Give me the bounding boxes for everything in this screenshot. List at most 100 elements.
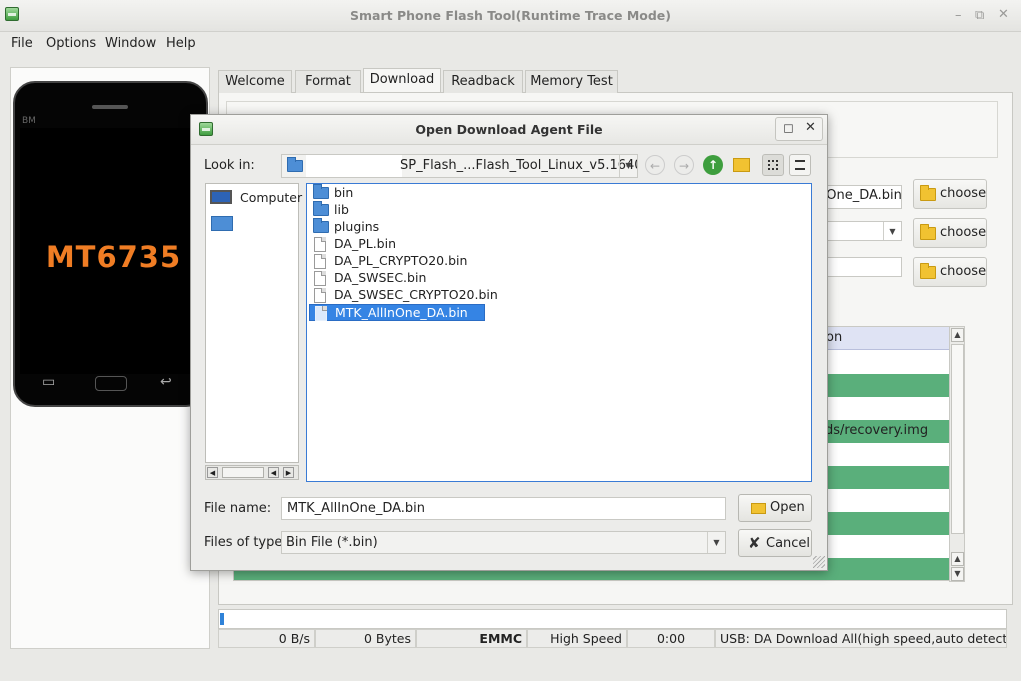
status-speed: 0 B/s (218, 629, 315, 648)
new-folder-icon[interactable] (733, 158, 750, 172)
dialog-close-icon[interactable]: ✕ (805, 120, 816, 135)
scroll-down-icon[interactable]: ▼ (951, 567, 964, 581)
chip-label: MT6735 (45, 240, 182, 274)
scroll-thumb[interactable] (222, 467, 264, 478)
dialog-title: Open Download Agent File (415, 122, 603, 137)
restore-icon[interactable]: ⧉ (975, 8, 984, 23)
choose-scatter-button[interactable]: choose (913, 218, 987, 248)
progress-bar (218, 609, 1007, 629)
file-item[interactable]: DA_PL_CRYPTO20.bin (309, 253, 467, 270)
recovery-location: ads/recovery.img (817, 423, 929, 438)
look-in-label: Look in: (204, 158, 255, 173)
file-name: DA_PL.bin (334, 236, 397, 251)
phone-brand: BM (22, 116, 36, 126)
computer-icon (210, 190, 232, 204)
folder-icon (287, 157, 303, 172)
file-name-label: File name: (204, 501, 272, 516)
folder-icon (211, 216, 233, 231)
phone-earpiece (92, 105, 128, 109)
file-item[interactable]: DA_PL.bin (309, 236, 396, 253)
file-name: MTK_AllInOne_DA.bin (335, 305, 468, 320)
location-header: on (826, 330, 843, 345)
file-type-combo[interactable]: Bin File (*.bin) ▼ (281, 531, 726, 554)
file-icon (315, 306, 327, 321)
scroll-left-icon[interactable]: ◀ (207, 467, 218, 478)
folder-icon (920, 224, 936, 240)
file-list[interactable]: bin lib plugins DA_PL.bin DA_PL_CRYPTO20.bin… (306, 183, 812, 482)
table-scrollbar[interactable]: ▲ ▲ ▼ (949, 326, 965, 582)
cancel-label: Cancel (766, 536, 811, 551)
status-bytes: 0 Bytes (315, 629, 416, 648)
look-in-combo[interactable]: SP_Flash_...Flash_Tool_Linux_v5.1640 ▼ (281, 154, 638, 178)
file-name: bin (334, 185, 354, 200)
file-type-label: Files of type: (204, 535, 287, 550)
scroll-right-icon[interactable]: ▶ (283, 467, 294, 478)
detail-view-icon[interactable] (789, 154, 811, 176)
file-type-value: Bin File (*.bin) (286, 535, 378, 550)
status-storage: EMMC (416, 629, 527, 648)
file-icon (314, 254, 326, 269)
scroll-left-icon[interactable]: ◀ (268, 467, 279, 478)
progress-fill (220, 613, 224, 625)
folder-icon (313, 201, 329, 216)
minimize-icon[interactable]: – (955, 8, 962, 23)
file-item[interactable]: MTK_AllInOne_DA.bin (309, 304, 485, 321)
places-sidebar: Computer (205, 183, 302, 463)
resize-grip[interactable] (813, 556, 825, 568)
file-icon (314, 271, 326, 286)
open-label: Open (770, 500, 805, 515)
place-computer[interactable]: Computer (210, 188, 302, 208)
file-name: DA_SWSEC.bin (334, 270, 427, 285)
file-name: DA_SWSEC_CRYPTO20.bin (334, 287, 498, 302)
place-home[interactable] (209, 214, 301, 234)
scroll-thumb[interactable] (951, 344, 964, 534)
choose-label: choose (940, 264, 987, 279)
tab-welcome[interactable]: Welcome (218, 70, 292, 93)
parent-directory-icon[interactable]: ↑ (703, 155, 723, 175)
menu-help[interactable]: Help (166, 36, 196, 51)
menu-key-icon: ▭ (42, 374, 56, 390)
dialog-maximize-icon[interactable]: ◻ (783, 121, 794, 136)
places-scrollbar[interactable]: ◀ ◀ ▶ (205, 465, 299, 480)
chevron-down-icon: ▼ (883, 222, 901, 240)
folder-item[interactable]: lib (309, 201, 349, 219)
window-title: Smart Phone Flash Tool(Runtime Trace Mod… (349, 8, 671, 23)
cancel-icon: ✘ (748, 534, 761, 552)
folder-icon (313, 184, 329, 199)
back-key-icon: ↩ (160, 374, 172, 390)
folder-item[interactable]: plugins (309, 218, 379, 236)
file-item[interactable]: DA_SWSEC.bin (309, 270, 426, 287)
status-usb: USB: DA Download All(high speed,auto det… (715, 629, 1007, 648)
menu-options[interactable]: Options (46, 36, 96, 51)
scroll-up-small-icon[interactable]: ▲ (951, 552, 964, 566)
tab-memory-test[interactable]: Memory Test (525, 70, 618, 93)
forward-icon[interactable]: → (674, 155, 694, 175)
open-folder-icon (751, 503, 766, 514)
menu-file[interactable]: File (11, 36, 33, 51)
list-glyph (795, 160, 805, 170)
file-name-input[interactable]: MTK_AllInOne_DA.bin (281, 497, 726, 520)
folder-item[interactable]: bin (309, 184, 354, 202)
open-button[interactable]: Open (738, 494, 812, 522)
folder-icon (920, 185, 936, 201)
menu-window[interactable]: Window (105, 36, 156, 51)
file-item[interactable]: DA_SWSEC_CRYPTO20.bin (309, 287, 498, 304)
scroll-up-icon[interactable]: ▲ (951, 328, 964, 342)
file-icon (314, 237, 326, 252)
choose-da-button[interactable]: choose (913, 179, 987, 209)
look-in-value: SP_Flash_...Flash_Tool_Linux_v5.1640 (400, 158, 638, 173)
tab-readback[interactable]: Readback (443, 70, 523, 93)
choose-auth-button[interactable]: choose (913, 257, 987, 287)
tab-format[interactable]: Format (295, 70, 361, 93)
folder-icon (313, 218, 329, 233)
close-icon[interactable]: ✕ (998, 7, 1009, 22)
cancel-button[interactable]: ✘ Cancel (738, 529, 812, 557)
tab-download[interactable]: Download (363, 68, 441, 92)
choose-label: choose (940, 225, 987, 240)
chevron-down-icon: ▼ (707, 532, 725, 553)
folder-icon (920, 263, 936, 279)
status-time: 0:00 (627, 629, 715, 648)
back-icon[interactable]: ← (645, 155, 665, 175)
icon-view-icon[interactable] (762, 154, 784, 176)
file-name: DA_PL_CRYPTO20.bin (334, 253, 468, 268)
